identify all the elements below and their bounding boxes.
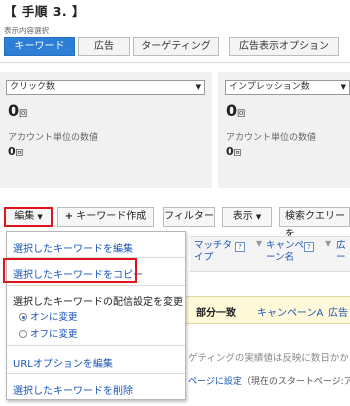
account-value-impressions: 0回: [226, 145, 242, 158]
menu-section-delivery: 選択したキーワードの配信設定を変更: [13, 297, 183, 308]
edit-dropdown-menu: 選択したキーワードを編集 選択したキーワードをコピー 選択したキーワードの配信設…: [6, 231, 186, 400]
create-keyword-button[interactable]: + キーワード作成: [57, 207, 154, 227]
menu-divider: [7, 373, 185, 374]
search-query-button[interactable]: 検索クエリーを: [279, 207, 350, 240]
column-header-ad-group[interactable]: 広 ー: [336, 240, 346, 264]
metric-dropdown-clicks[interactable]: クリック数 ▼: [6, 80, 205, 95]
row-match-type: 部分一致: [196, 308, 236, 319]
radio-selected-icon: [19, 313, 27, 321]
divider: [0, 62, 350, 63]
chevron-down-icon: ▼: [195, 83, 201, 91]
chevron-down-icon: ▼: [255, 213, 262, 221]
metric-value-clicks: 0回: [8, 101, 28, 120]
sort-icon[interactable]: ▼: [256, 238, 262, 250]
help-icon[interactable]: ?: [304, 241, 314, 253]
tab-ads[interactable]: 広告: [78, 37, 130, 56]
step-title: 【 手順 3. 】: [4, 4, 86, 19]
display-selection-label: 表示内容選択: [4, 26, 49, 35]
row-campaign-link[interactable]: キャンペーンA: [257, 304, 323, 319]
data-delay-note: ゲティングの実績値は反映に数日かか: [188, 353, 349, 364]
radio-off[interactable]: オフに変更: [19, 326, 78, 340]
metric-value-impressions: 0回: [226, 101, 246, 120]
tab-targeting[interactable]: ターゲティング: [133, 37, 219, 56]
column-header-campaign[interactable]: キャンペ ーン名: [266, 240, 304, 264]
account-label-clicks: アカウント単位の数値: [8, 133, 99, 143]
chevron-down-icon: ▼: [340, 83, 346, 91]
radio-empty-icon: [19, 330, 27, 338]
help-icon[interactable]: ?: [235, 241, 245, 253]
radio-on[interactable]: オンに変更: [19, 309, 78, 323]
account-value-clicks: 0回: [8, 145, 24, 158]
copy-highlight-box: [3, 258, 137, 283]
menu-divider: [7, 285, 185, 286]
start-page-note: ページに設定（現在のスタートページ:ア: [188, 377, 350, 387]
sort-icon[interactable]: ▼: [325, 238, 331, 250]
grid-header: マッチタ イプ ? ▼ キャンペ ーン名 ? ▼ 広 ー: [190, 236, 350, 272]
display-button[interactable]: 表示 ▼: [222, 207, 272, 227]
menu-item-edit-keywords[interactable]: 選択したキーワードを編集: [13, 240, 133, 255]
edit-button[interactable]: 編集 ▼: [4, 207, 53, 227]
column-header-match-type[interactable]: マッチタ イプ: [194, 240, 232, 264]
set-start-page-link[interactable]: ページに設定: [188, 377, 242, 387]
menu-divider: [7, 345, 185, 346]
filter-button[interactable]: フィルター: [163, 207, 215, 227]
row-ad-group-link[interactable]: 広告: [328, 304, 348, 319]
tab-keyword[interactable]: キーワード: [4, 37, 75, 56]
metric-dropdown-impressions[interactable]: インプレッション数 ▼: [225, 80, 350, 95]
menu-item-url-options[interactable]: URLオプションを編集: [13, 355, 113, 370]
plus-icon: +: [64, 211, 74, 222]
chevron-down-icon: ▼: [37, 213, 43, 221]
menu-item-delete-keywords[interactable]: 選択したキーワードを削除: [13, 382, 133, 397]
account-label-impressions: アカウント単位の数値: [226, 133, 317, 143]
metric-dropdown-label: クリック数: [10, 82, 56, 92]
tab-ad-extensions[interactable]: 広告表示オプション: [229, 37, 339, 56]
metric-dropdown-label: インプレッション数: [229, 82, 310, 92]
